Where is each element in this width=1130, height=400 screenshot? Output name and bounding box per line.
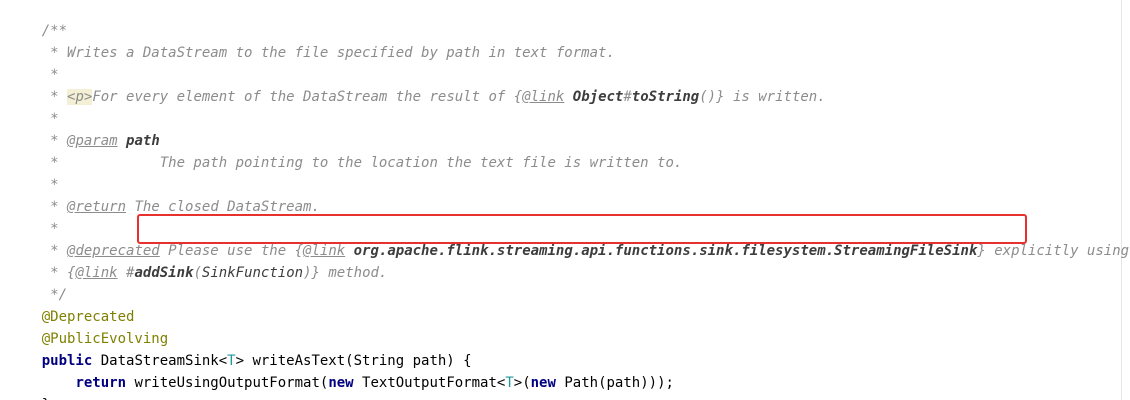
code-line-18: } <box>8 372 50 400</box>
code-line-8: * <box>41 177 59 193</box>
javadoc-link-tag[interactable]: @link <box>75 265 117 281</box>
right-margin-guide <box>1121 0 1122 400</box>
code-line-9: * @return The closed DataStream. <box>41 199 320 215</box>
code-line-16: public DataStreamSink<T> writeAsText(Str… <box>41 353 472 369</box>
link-ref-sinkfunction[interactable]: SinkFunction <box>202 265 303 281</box>
code-line-13: */ <box>8 262 67 303</box>
code-line-15: @PublicEvolving <box>8 306 168 347</box>
return-description: The closed DataStream. <box>126 199 320 215</box>
code-line-17: return writeUsingOutputFormat(new TextOu… <box>75 375 674 391</box>
link-ref-addsink[interactable]: addSink <box>134 265 193 281</box>
type-param-t: T <box>505 375 514 391</box>
code-line-2: * Writes a DataStream to the file specif… <box>8 20 615 61</box>
code-line-7: * The path pointing to the location the … <box>8 130 682 171</box>
code-line-4: * <p>For every element of the DataStream… <box>41 89 826 105</box>
code-line-6: * @param path <box>41 133 160 149</box>
keyword-return: return <box>75 375 127 391</box>
keyword-new: new <box>328 375 354 391</box>
code-editor[interactable]: /** * Writes a DataStream to the file sp… <box>0 0 1130 400</box>
javadoc-summary: * Writes a DataStream to the file specif… <box>41 45 615 61</box>
red-highlight-annotation <box>137 214 1027 244</box>
code-line-10: * <box>41 221 59 237</box>
html-p-tag: <p> <box>67 89 93 105</box>
link-ref-streamingfilesink[interactable]: org.apache.flink.streaming.api.functions… <box>354 243 978 259</box>
link-ref-object[interactable]: Object <box>573 89 624 105</box>
keyword-new: new <box>530 375 556 391</box>
param-description: * The path pointing to the location the … <box>41 155 683 171</box>
code-line-1: /** <box>8 0 67 39</box>
code-line-3: * <box>8 42 58 83</box>
code-line-5: * <box>41 111 59 127</box>
link-ref-tostring[interactable]: toString <box>632 89 699 105</box>
javadoc-link-tag[interactable]: @link <box>522 89 564 105</box>
code-line-14: @Deprecated <box>8 284 135 325</box>
javadoc-return-tag: @return <box>67 199 127 215</box>
